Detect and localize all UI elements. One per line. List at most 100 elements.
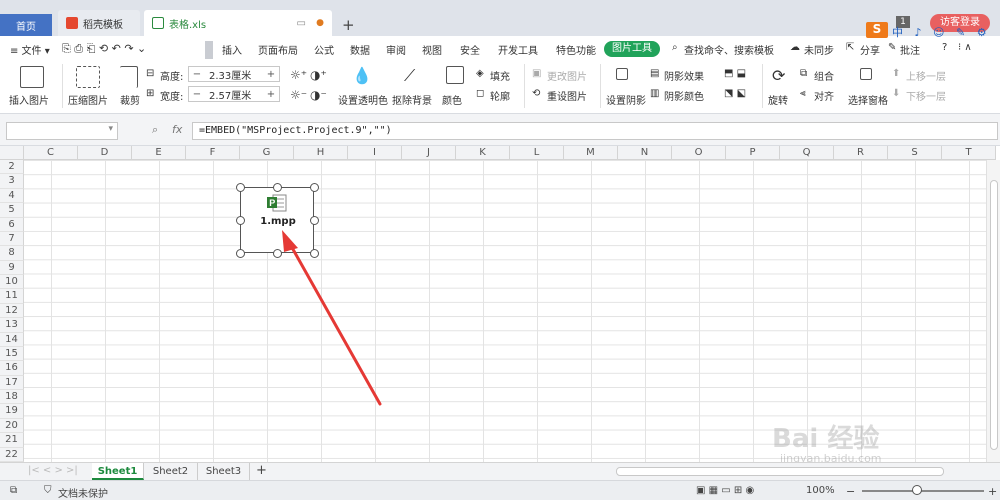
zoom-slider-knob[interactable] [912, 485, 922, 495]
resize-handle-s[interactable] [273, 249, 282, 258]
row-header-14[interactable]: 14 [0, 332, 24, 347]
file-menu[interactable]: ≡ 文件 ▾ [10, 42, 50, 57]
column-header-g[interactable]: G [240, 146, 294, 160]
rotate-button[interactable]: 旋转 [768, 92, 788, 107]
column-header-i[interactable]: I [348, 146, 402, 160]
column-header-e[interactable]: E [132, 146, 186, 160]
set-transparent-button[interactable]: 设置透明色 [338, 92, 388, 107]
menu-review[interactable]: 审阅 [386, 42, 406, 57]
change-picture-button[interactable]: 更改图片 [547, 68, 587, 83]
zoom-in-button[interactable]: + [988, 485, 997, 498]
row-header-8[interactable]: 8 [0, 246, 24, 261]
protection-status[interactable]: 文档未保护 [58, 485, 108, 500]
height-increase-button[interactable]: + [263, 69, 279, 80]
fx-icon[interactable]: fx [172, 123, 182, 136]
row-header-10[interactable]: 10 [0, 275, 24, 290]
resize-handle-w[interactable] [236, 216, 245, 225]
view-icons[interactable]: ▣ ▦ ▭ ⊞ ◉ [696, 485, 754, 496]
row-header-4[interactable]: 4 [0, 188, 24, 204]
menu-data[interactable]: 数据 [350, 42, 370, 57]
resize-handle-ne[interactable] [310, 183, 319, 192]
row-header-18[interactable]: 18 [0, 390, 24, 405]
column-header-m[interactable]: M [564, 146, 618, 160]
command-search[interactable]: 查找命令、搜索模板 [684, 42, 774, 57]
group-button[interactable]: 组合 [814, 68, 834, 83]
embedded-mpp-object[interactable]: P 1.mpp [240, 187, 314, 253]
shadow-down-icon[interactable]: ⬔ ⬕ [724, 88, 746, 99]
row-header-22[interactable]: 22 [0, 447, 24, 462]
menu-view[interactable]: 视图 [422, 42, 442, 57]
formula-input[interactable]: =EMBED("MSProject.Project.9","") [192, 122, 998, 140]
shadow-up-icon[interactable]: ⬒ ⬓ [724, 68, 746, 79]
sheet-tab-sheet1[interactable]: Sheet1 [92, 463, 144, 480]
compress-picture-button[interactable]: 压缩图片 [68, 92, 108, 107]
column-header-o[interactable]: O [672, 146, 726, 160]
reset-picture-button[interactable]: 重设图片 [547, 88, 587, 103]
cell-area[interactable] [24, 160, 986, 462]
zoom-search-icon[interactable]: ⌕ [152, 123, 158, 137]
row-header-6[interactable]: 6 [0, 217, 24, 232]
select-all-corner[interactable] [0, 146, 24, 160]
add-sheet-button[interactable]: + [256, 463, 267, 478]
menu-features[interactable]: 特色功能 [556, 42, 596, 57]
row-header-9[interactable]: 9 [0, 260, 24, 276]
help-button[interactable]: ? [942, 42, 947, 53]
column-header-p[interactable]: P [726, 146, 780, 160]
width-value[interactable]: 2.57厘米 [205, 87, 263, 102]
zoom-level[interactable]: 100% [806, 485, 835, 496]
column-header-d[interactable]: D [78, 146, 132, 160]
outline-button[interactable]: 轮廓 [490, 88, 510, 103]
row-header-15[interactable]: 15 [0, 346, 24, 362]
brightness-down-icon[interactable]: ☼⁻ [290, 88, 307, 102]
height-stepper[interactable]: − 2.33厘米 + [188, 66, 280, 82]
row-header-2[interactable]: 2 [0, 160, 24, 175]
row-header-12[interactable]: 12 [0, 303, 24, 319]
row-header-13[interactable]: 13 [0, 318, 24, 333]
column-header-h[interactable]: H [294, 146, 348, 160]
resize-handle-e[interactable] [310, 216, 319, 225]
resize-handle-sw[interactable] [236, 249, 245, 258]
sync-status[interactable]: 未同步 [804, 42, 834, 57]
zoom-slider[interactable] [862, 490, 984, 492]
column-header-j[interactable]: J [402, 146, 456, 160]
sheet-tab-sheet3[interactable]: Sheet3 [198, 463, 250, 480]
resize-handle-se[interactable] [310, 249, 319, 258]
width-stepper[interactable]: − 2.57厘米 + [188, 86, 280, 102]
column-header-t[interactable]: T [942, 146, 996, 160]
fill-button[interactable]: 填充 [490, 68, 510, 83]
shadow-color-button[interactable]: 阴影颜色 [664, 88, 704, 103]
row-header-16[interactable]: 16 [0, 361, 24, 376]
column-header-c[interactable]: C [24, 146, 78, 160]
column-header-q[interactable]: Q [780, 146, 834, 160]
height-decrease-button[interactable]: − [189, 69, 205, 80]
height-value[interactable]: 2.33厘米 [205, 67, 263, 82]
set-shadow-button[interactable]: 设置阴影 [606, 92, 646, 107]
resize-handle-nw[interactable] [236, 183, 245, 192]
row-header-17[interactable]: 17 [0, 375, 24, 391]
more-options-icon[interactable]: ⁝ ∧ [958, 42, 972, 53]
color-button[interactable]: 颜色 [442, 92, 462, 107]
row-header-21[interactable]: 21 [0, 433, 24, 448]
share-button[interactable]: 分享 [860, 42, 880, 57]
row-header-11[interactable]: 11 [0, 289, 24, 304]
send-backward-button[interactable]: 下移一层 [906, 88, 946, 103]
row-header-7[interactable]: 7 [0, 231, 24, 247]
menu-insert[interactable]: 插入 [222, 42, 242, 57]
menu-page-layout[interactable]: 页面布局 [258, 42, 298, 57]
sogou-ime-icon[interactable]: S [866, 22, 888, 38]
width-increase-button[interactable]: + [263, 89, 279, 100]
sheet-nav-arrows[interactable]: |< < > >| [28, 465, 78, 476]
annotate-button[interactable]: 批注 [900, 42, 920, 57]
search-icon[interactable]: ⌕ [672, 42, 678, 53]
column-header-s[interactable]: S [888, 146, 942, 160]
bring-forward-button[interactable]: 上移一层 [906, 68, 946, 83]
align-button[interactable]: 对齐 [814, 88, 834, 103]
zoom-out-button[interactable]: − [846, 485, 855, 498]
contrast-up-icon[interactable]: ◑⁺ [310, 68, 327, 82]
resize-handle-n[interactable] [273, 183, 282, 192]
new-tab-button[interactable]: + [342, 16, 355, 34]
row-header-19[interactable]: 19 [0, 404, 24, 419]
selection-pane-button[interactable]: 选择窗格 [848, 92, 888, 107]
row-header-5[interactable]: 5 [0, 203, 24, 218]
tab-home[interactable]: 首页 [0, 14, 52, 36]
